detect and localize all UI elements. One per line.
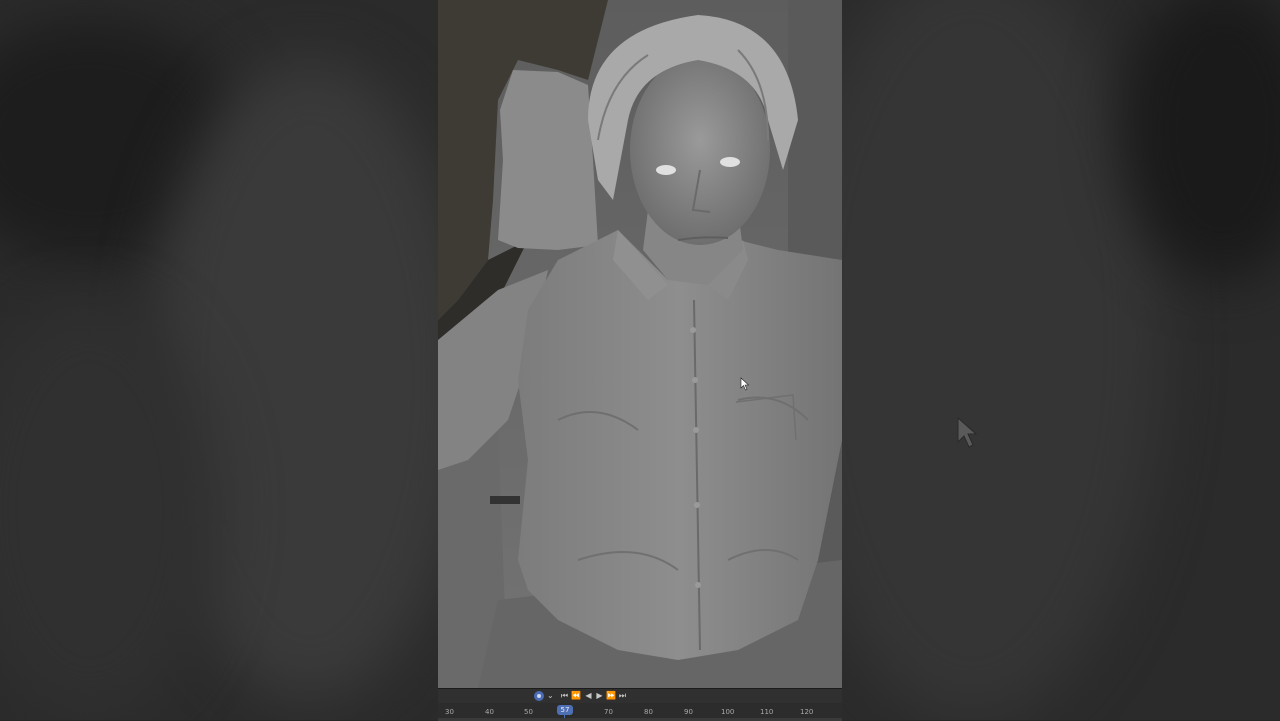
tick-label: 30 xyxy=(445,708,454,716)
play-reverse-icon[interactable]: ◀ xyxy=(584,691,593,701)
tick-label: 100 xyxy=(721,708,735,716)
cursor-icon xyxy=(740,377,750,391)
background-left-blur xyxy=(0,0,438,720)
tick-label: 40 xyxy=(485,708,494,716)
background-right-blur xyxy=(842,0,1280,720)
jump-start-icon[interactable]: ⏮ xyxy=(560,691,569,701)
tick-label: 50 xyxy=(524,708,533,716)
timeline-panel[interactable]: ⌄ ⏮ ⏪ ◀ ▶ ⏩ ⏭ 30 40 50 70 80 90 100 110 … xyxy=(438,688,842,721)
tick-label: 70 xyxy=(604,708,613,716)
cursor-icon xyxy=(956,416,980,454)
jump-end-icon[interactable]: ⏭ xyxy=(618,691,627,701)
playhead-frame[interactable]: 57 xyxy=(557,705,573,715)
record-options-chevron-icon[interactable]: ⌄ xyxy=(547,691,554,701)
tick-label: 120 xyxy=(800,708,814,716)
sculpted-figure xyxy=(438,0,842,688)
tick-label: 90 xyxy=(684,708,693,716)
prev-keyframe-icon[interactable]: ⏪ xyxy=(570,691,582,701)
tick-label: 110 xyxy=(760,708,774,716)
play-icon[interactable]: ▶ xyxy=(595,691,604,701)
tick-label: 80 xyxy=(644,708,653,716)
record-button[interactable] xyxy=(534,691,544,701)
next-keyframe-icon[interactable]: ⏩ xyxy=(605,691,617,701)
3d-viewport[interactable] xyxy=(438,0,842,688)
playback-controls: ⌄ ⏮ ⏪ ◀ ▶ ⏩ ⏭ xyxy=(438,689,842,703)
